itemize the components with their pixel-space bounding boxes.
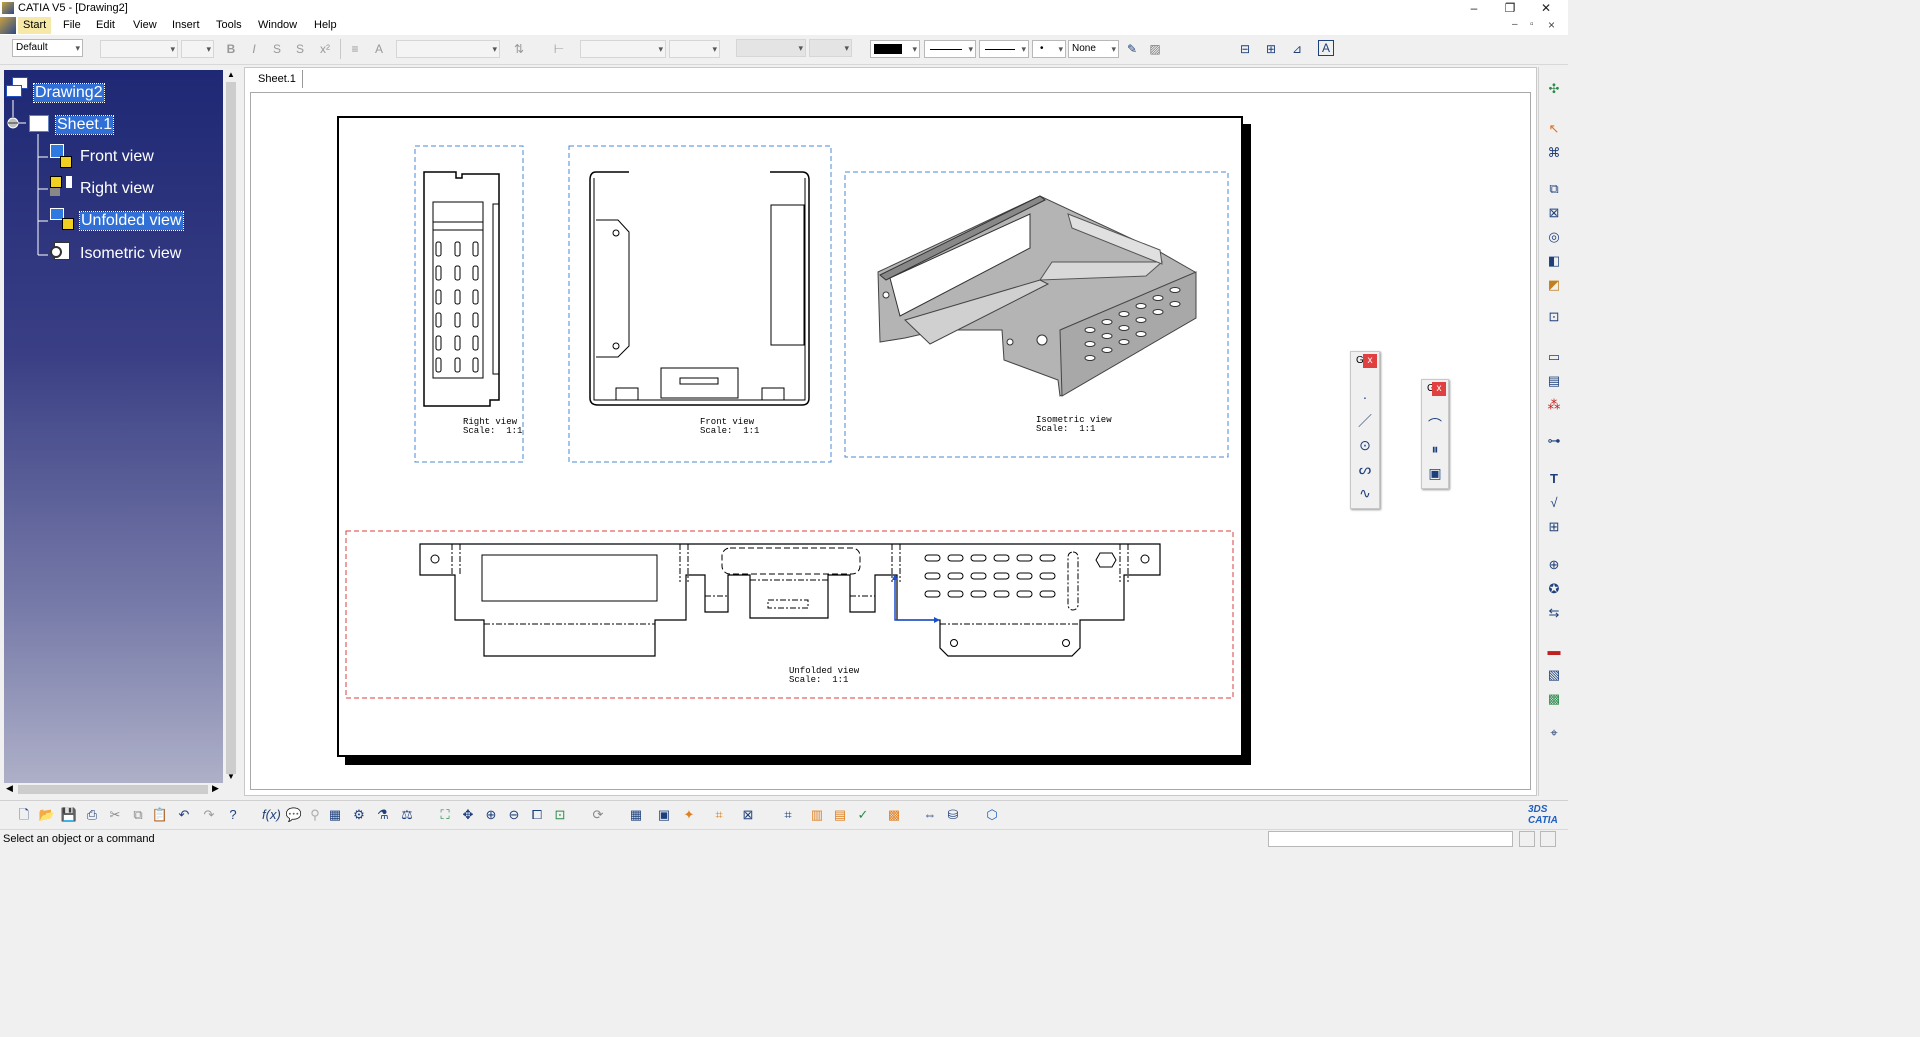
update-icon[interactable]: ⟳ bbox=[589, 806, 607, 824]
catalog-icon[interactable]: ⚙ bbox=[350, 806, 368, 824]
pan-icon[interactable]: ✥ bbox=[459, 806, 477, 824]
parameters-icon[interactable]: ⚖ bbox=[398, 806, 416, 824]
roughness-icon[interactable]: √ bbox=[1546, 495, 1562, 511]
palette-header[interactable]: G x bbox=[1351, 352, 1379, 372]
formula-icon[interactable]: f(x) bbox=[262, 806, 281, 824]
point-icon[interactable]: · bbox=[1356, 388, 1374, 406]
front-view-tool-icon[interactable]: ⧉ bbox=[1546, 181, 1562, 197]
position-icon[interactable]: ⌖ bbox=[1546, 725, 1562, 741]
front-view[interactable] bbox=[568, 145, 832, 463]
cut-icon[interactable]: ✂ bbox=[106, 806, 124, 824]
dimension-analysis-icon[interactable]: ▩ bbox=[885, 806, 903, 824]
zoom-in-icon[interactable]: ⊕ bbox=[482, 806, 500, 824]
unfolded-view-scale: Scale: 1:1 bbox=[789, 675, 849, 685]
normal-view-icon[interactable]: ⧠ bbox=[528, 806, 546, 824]
cosmetic-icon[interactable]: ⌗ bbox=[710, 806, 728, 824]
power-input-button[interactable] bbox=[1519, 831, 1535, 847]
analysis-display-icon[interactable]: ✦ bbox=[680, 806, 698, 824]
table-tool-icon[interactable]: ▦ bbox=[326, 806, 344, 824]
clipping-view-icon[interactable]: ◧ bbox=[1546, 253, 1562, 269]
save-icon[interactable]: 💾 bbox=[60, 806, 78, 824]
paste-icon[interactable]: 📋 bbox=[151, 806, 169, 824]
zoom-area-icon[interactable]: ⊡ bbox=[551, 806, 569, 824]
copy-icon[interactable]: ⧉ bbox=[129, 806, 147, 824]
zoom-out-icon[interactable]: ⊖ bbox=[505, 806, 523, 824]
redo-icon[interactable]: ↷ bbox=[200, 806, 218, 824]
3d-annotations-icon[interactable]: ⛁ bbox=[944, 806, 962, 824]
show-constraints-icon[interactable]: ▥ bbox=[808, 806, 826, 824]
generate-balloons-icon[interactable]: ▩ bbox=[1546, 691, 1562, 707]
new-sheet-icon[interactable]: ▭ bbox=[1546, 349, 1562, 365]
circle-icon[interactable]: ⊙ bbox=[1356, 436, 1374, 454]
constraint-icon[interactable]: ▣ bbox=[1426, 464, 1444, 482]
right-view[interactable] bbox=[414, 145, 524, 463]
sketcher-icon[interactable]: ⌘ bbox=[1546, 145, 1562, 161]
front-view-scale: Scale: 1:1 bbox=[700, 426, 760, 436]
area-fill-icon[interactable]: ▬ bbox=[1546, 643, 1562, 659]
compass-icon[interactable]: ✣ bbox=[1546, 81, 1562, 97]
undo-icon[interactable]: ↶ bbox=[175, 806, 193, 824]
thread-icon[interactable]: ✪ bbox=[1546, 581, 1562, 597]
swap-icon[interactable]: ⇔ bbox=[921, 806, 939, 824]
view-properties-icon[interactable]: ⊠ bbox=[739, 806, 757, 824]
section-view-icon[interactable]: ⊠ bbox=[1546, 205, 1562, 221]
new-detail-icon[interactable]: ▤ bbox=[1546, 373, 1562, 389]
arrow-icon[interactable]: ⇆ bbox=[1546, 605, 1562, 621]
standard-toolbar: 🗋 📂 💾 ⎙ ✂ ⧉ 📋 ↶ ↷ ? f(x) 💬 ⚲ ▦ ⚙ ⚗ ⚖ ⛶ ✥… bbox=[0, 800, 1568, 830]
select-icon[interactable]: ↖ bbox=[1546, 121, 1562, 137]
corner-icon[interactable]: ⌒ bbox=[1426, 416, 1444, 434]
link-icon[interactable]: ⚲ bbox=[306, 806, 324, 824]
broken-view-icon[interactable]: ◩ bbox=[1546, 277, 1562, 293]
palette-header[interactable]: G x bbox=[1422, 380, 1448, 400]
right-toolbar: ✣ ↖ ⌘ ⧉ ⊠ ◎ ◧ ◩ ⊡ ▭ ▤ ⁂ ⊶ T √ ⊞ ⊕ ✪ ⇆ ▬ … bbox=[1538, 67, 1569, 796]
knowledge-icon[interactable]: ⚗ bbox=[374, 806, 392, 824]
snap-grid-icon[interactable]: ⌗ bbox=[779, 806, 797, 824]
palette-close-button[interactable]: x bbox=[1363, 354, 1377, 368]
line-icon[interactable]: ／ bbox=[1356, 412, 1374, 430]
spline-icon[interactable]: ∿ bbox=[1356, 484, 1374, 502]
isometric-view-scale: Scale: 1:1 bbox=[1036, 424, 1096, 434]
3d-icon[interactable]: ⬡ bbox=[983, 806, 1001, 824]
instantiate-icon[interactable]: ⁂ bbox=[1546, 397, 1562, 413]
geometry-modification-palette[interactable]: G x ⌒ ⏸ ▣ bbox=[1421, 379, 1449, 489]
comment-icon[interactable]: 💬 bbox=[285, 806, 303, 824]
palette-close-button[interactable]: x bbox=[1432, 382, 1446, 396]
right-view-scale: Scale: 1:1 bbox=[463, 426, 523, 436]
print-icon[interactable]: ⎙ bbox=[83, 806, 101, 824]
new-document-icon[interactable]: 🗋 bbox=[15, 806, 33, 824]
cut-view-icon[interactable]: ⊶ bbox=[1546, 433, 1562, 449]
generate-dimensions-icon[interactable]: ▧ bbox=[1546, 667, 1562, 683]
drawing-views-svg bbox=[345, 145, 1234, 699]
axis-icon[interactable]: ⊕ bbox=[1546, 557, 1562, 573]
sheet-properties-icon[interactable]: ▣ bbox=[655, 806, 673, 824]
text-tool-icon[interactable]: T bbox=[1546, 471, 1562, 487]
wizard-icon[interactable]: ⊡ bbox=[1546, 309, 1562, 325]
filter-generated-icon[interactable]: ✓ bbox=[854, 806, 872, 824]
table-icon[interactable]: ⊞ bbox=[1546, 519, 1562, 535]
open-icon[interactable]: 📂 bbox=[38, 806, 56, 824]
fit-all-icon[interactable]: ⛶ bbox=[436, 806, 454, 824]
power-input-history-button[interactable] bbox=[1540, 831, 1556, 847]
grid-icon[interactable]: ▦ bbox=[627, 806, 645, 824]
geometry-creation-palette[interactable]: G x · ／ ⊙ ᔕ ∿ bbox=[1350, 351, 1380, 509]
mirror-icon[interactable]: ⏸ bbox=[1426, 440, 1444, 458]
create-constraints-icon[interactable]: ▤ bbox=[831, 806, 849, 824]
catia-logo: 3DS CATIA bbox=[1528, 804, 1558, 826]
power-input-field[interactable] bbox=[1268, 831, 1513, 847]
profile-icon[interactable]: ᔕ bbox=[1356, 460, 1374, 478]
status-message: Select an object or a command bbox=[3, 833, 155, 845]
help-icon[interactable]: ? bbox=[224, 806, 242, 824]
detail-view-icon[interactable]: ◎ bbox=[1546, 229, 1562, 245]
